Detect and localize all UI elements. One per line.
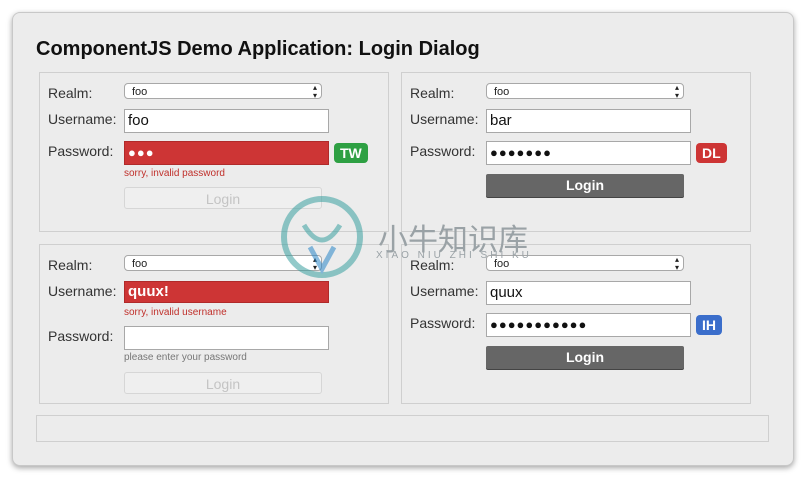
username-error-message: sorry, invalid username: [124, 307, 227, 318]
realm-label: Realm:: [48, 257, 93, 273]
username-label: Username:: [410, 111, 479, 127]
password-label: Password:: [410, 143, 476, 159]
login-button[interactable]: Login: [486, 174, 684, 197]
realm-select[interactable]: foo ▴ ▾: [486, 255, 684, 272]
username-field[interactable]: foo: [124, 109, 329, 133]
login-button[interactable]: Login: [124, 187, 322, 209]
password-label: Password:: [48, 143, 114, 159]
user-badge: IH: [696, 315, 722, 335]
select-arrows-icon: ▴ ▾: [312, 83, 317, 100]
login-dialog-4: Realm: foo ▴ ▾ Username: quux Password: ●…: [401, 244, 751, 404]
page-title: ComponentJS Demo Application: Login Dial…: [36, 38, 480, 60]
login-button[interactable]: Login: [124, 372, 322, 394]
username-field[interactable]: quux: [486, 281, 691, 305]
password-field[interactable]: ●●●: [124, 141, 329, 165]
realm-label: Realm:: [410, 85, 455, 101]
username-label: Username:: [410, 283, 479, 299]
username-label: Username:: [48, 283, 117, 299]
login-dialog-3: Realm: foo ▴ ▾ Username: quux! sorry, inv…: [39, 244, 389, 404]
password-field[interactable]: [124, 326, 329, 350]
user-badge: TW: [334, 143, 368, 163]
select-arrows-icon: ▴ ▾: [312, 255, 317, 272]
username-field[interactable]: bar: [486, 109, 691, 133]
password-field[interactable]: ●●●●●●●: [486, 141, 691, 165]
password-field[interactable]: ●●●●●●●●●●●: [486, 313, 691, 337]
password-error-message: sorry, invalid password: [124, 168, 225, 179]
realm-select[interactable]: foo ▴ ▾: [124, 255, 322, 272]
realm-label: Realm:: [48, 85, 93, 101]
realm-label: Realm:: [410, 257, 455, 273]
username-label: Username:: [48, 111, 117, 127]
login-dialog-1: Realm: foo ▴ ▾ Username: foo Password: ●●…: [39, 72, 389, 232]
realm-select[interactable]: foo ▴ ▾: [486, 83, 684, 100]
user-badge: DL: [696, 143, 727, 163]
status-bar: [36, 415, 769, 442]
username-field[interactable]: quux!: [124, 281, 329, 303]
realm-select[interactable]: foo ▴ ▾: [124, 83, 322, 100]
password-hint-message: please enter your password: [124, 352, 247, 363]
password-label: Password:: [410, 315, 476, 331]
select-arrows-icon: ▴ ▾: [674, 255, 679, 272]
password-label: Password:: [48, 328, 114, 344]
login-dialog-2: Realm: foo ▴ ▾ Username: bar Password: ●●…: [401, 72, 751, 232]
select-arrows-icon: ▴ ▾: [674, 83, 679, 100]
login-button[interactable]: Login: [486, 346, 684, 369]
